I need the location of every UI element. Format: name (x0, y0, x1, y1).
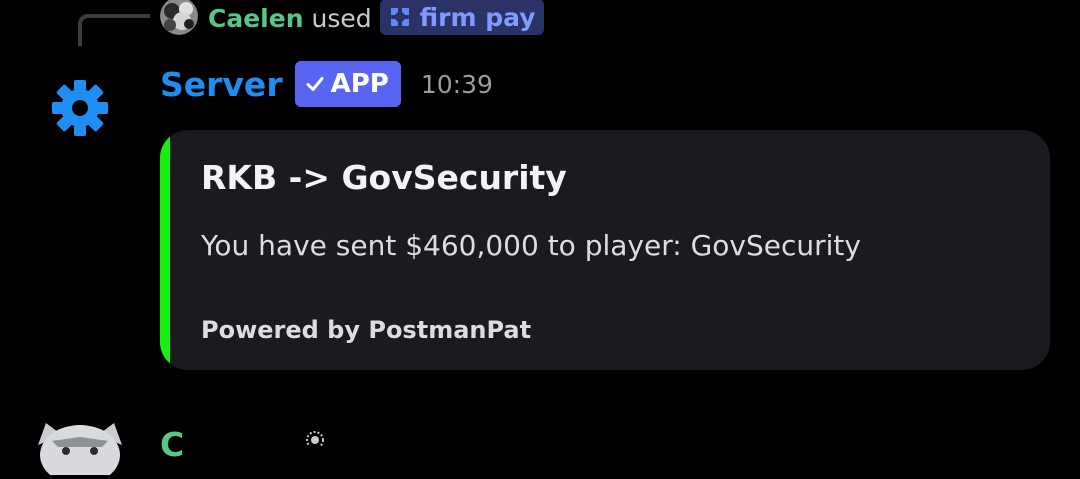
wolf-avatar-icon (38, 423, 122, 479)
message-embed: RKB -> GovSecurity You have sent $460,00… (160, 130, 1050, 370)
reply-user-avatar[interactable] (160, 0, 198, 35)
embed-footer: Powered by PostmanPat (201, 316, 532, 344)
server-tag-icon (298, 426, 332, 449)
checkmark-icon (306, 77, 324, 91)
next-message-avatar[interactable] (32, 415, 128, 479)
message-header: Server APP 10:39 (160, 60, 493, 108)
command-name: firm pay (419, 2, 536, 32)
embed-accent-bar (160, 130, 170, 370)
embed-title: RKB -> GovSecurity (201, 158, 567, 197)
reply-user-name[interactable]: Caelen (208, 4, 304, 33)
author-name[interactable]: Server (160, 65, 283, 104)
command-icon (390, 8, 409, 26)
app-badge-label: APP (330, 69, 389, 99)
message-timestamp[interactable]: 10:39 (421, 70, 493, 99)
gear-icon (52, 80, 108, 136)
app-badge[interactable]: APP (294, 61, 401, 107)
reply-used-text: used (311, 3, 372, 33)
next-message-author[interactable]: C (160, 425, 184, 464)
command-chip[interactable]: firm pay (379, 0, 544, 35)
embed-description: You have sent $460,000 to player: GovSec… (201, 229, 861, 262)
bot-avatar[interactable] (48, 76, 112, 140)
reply-reference[interactable]: Caelen used firm pay (160, 0, 544, 36)
reply-connector-line (78, 14, 150, 46)
